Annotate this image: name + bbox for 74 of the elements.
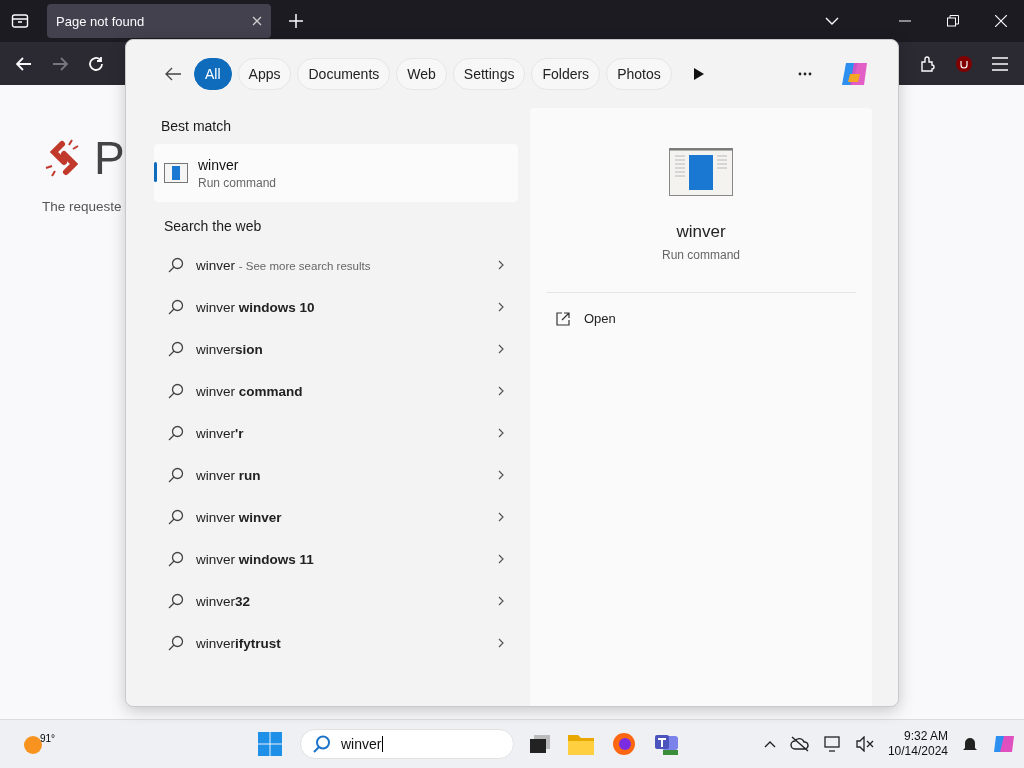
app-window-icon <box>164 163 188 183</box>
browser-tab[interactable]: Page not found <box>47 4 271 38</box>
browser-icon[interactable] <box>612 732 636 756</box>
filter-tab[interactable]: All <box>194 58 232 90</box>
chevron-right-icon <box>498 470 504 480</box>
search-icon <box>168 509 184 525</box>
search-icon <box>168 551 184 567</box>
chevron-right-icon <box>498 638 504 648</box>
chevron-right-icon <box>498 344 504 354</box>
filter-tab[interactable]: Folders <box>531 58 601 90</box>
chevron-right-icon <box>498 512 504 522</box>
web-result-item[interactable]: winver command <box>154 370 518 412</box>
taskbar-search-field[interactable]: winver <box>300 729 514 759</box>
tab-list-icon[interactable] <box>11 13 29 29</box>
search-icon <box>168 383 184 399</box>
search-icon <box>168 299 184 315</box>
chevron-right-icon <box>498 302 504 312</box>
bell-icon[interactable] <box>962 735 978 753</box>
search-icon <box>168 593 184 609</box>
error-message: The requeste <box>42 199 123 214</box>
web-result-item[interactable]: winver winver <box>154 496 518 538</box>
filter-tab[interactable]: Web <box>396 58 447 90</box>
web-result-item[interactable]: winverifytrust <box>154 622 518 664</box>
open-action[interactable]: Open <box>546 305 856 332</box>
app-title: winver <box>676 222 726 242</box>
play-icon[interactable] <box>693 68 704 80</box>
web-result-item[interactable]: winver - See more search results <box>154 244 518 286</box>
search-icon <box>168 425 184 441</box>
chevron-right-icon <box>498 260 504 270</box>
app-subtitle: Run command <box>661 248 740 262</box>
filter-tab[interactable]: Settings <box>452 58 526 90</box>
page-heading: P <box>94 131 125 185</box>
filter-tab[interactable]: Documents <box>297 58 391 90</box>
restore-icon[interactable] <box>947 15 959 27</box>
web-result-item[interactable]: winver32 <box>154 580 518 622</box>
clock-date[interactable]: 10/14/2024 <box>887 744 948 759</box>
chevron-right-icon <box>498 386 504 396</box>
filter-tab[interactable]: Photos <box>606 58 672 90</box>
web-result-item[interactable]: winver windows 10 <box>154 286 518 328</box>
web-result-item[interactable]: winver'r <box>154 412 518 454</box>
cloud-off-icon[interactable] <box>789 736 810 752</box>
search-icon <box>168 467 184 483</box>
clock-time[interactable]: 9:32 AM <box>903 729 948 744</box>
web-result-item[interactable]: winversion <box>154 328 518 370</box>
chevron-right-icon <box>498 428 504 438</box>
task-view-icon[interactable] <box>530 735 550 753</box>
chevron-down-icon[interactable] <box>825 17 839 25</box>
search-icon <box>313 735 331 753</box>
network-monitor-icon[interactable] <box>823 736 842 752</box>
extensions-icon[interactable] <box>920 55 936 72</box>
chevron-right-icon <box>498 554 504 564</box>
menu-icon[interactable] <box>992 56 1008 71</box>
section-heading: Search the web <box>163 217 263 236</box>
app-window-icon <box>669 148 733 196</box>
search-icon <box>168 635 184 651</box>
filter-tab[interactable]: Apps <box>237 58 292 90</box>
more-options-icon[interactable] <box>798 72 812 76</box>
reload-icon[interactable] <box>88 55 104 72</box>
open-external-icon <box>556 311 570 326</box>
best-match-item[interactable]: winver Run command <box>154 144 518 202</box>
search-icon <box>168 257 184 273</box>
new-tab-icon[interactable] <box>289 14 303 28</box>
forward-icon[interactable] <box>52 56 68 71</box>
web-result-item[interactable]: winver run <box>154 454 518 496</box>
close-icon[interactable] <box>252 16 262 26</box>
chevron-right-icon <box>498 596 504 606</box>
search-icon <box>168 341 184 357</box>
section-heading: Best match <box>160 117 233 136</box>
back-icon[interactable] <box>164 67 182 81</box>
chevron-up-icon[interactable] <box>763 740 776 748</box>
speaker-muted-icon[interactable] <box>855 736 874 752</box>
web-result-item[interactable]: winver windows 11 <box>154 538 518 580</box>
temperature: 91° <box>40 733 56 744</box>
windows-start-icon[interactable] <box>258 732 282 756</box>
